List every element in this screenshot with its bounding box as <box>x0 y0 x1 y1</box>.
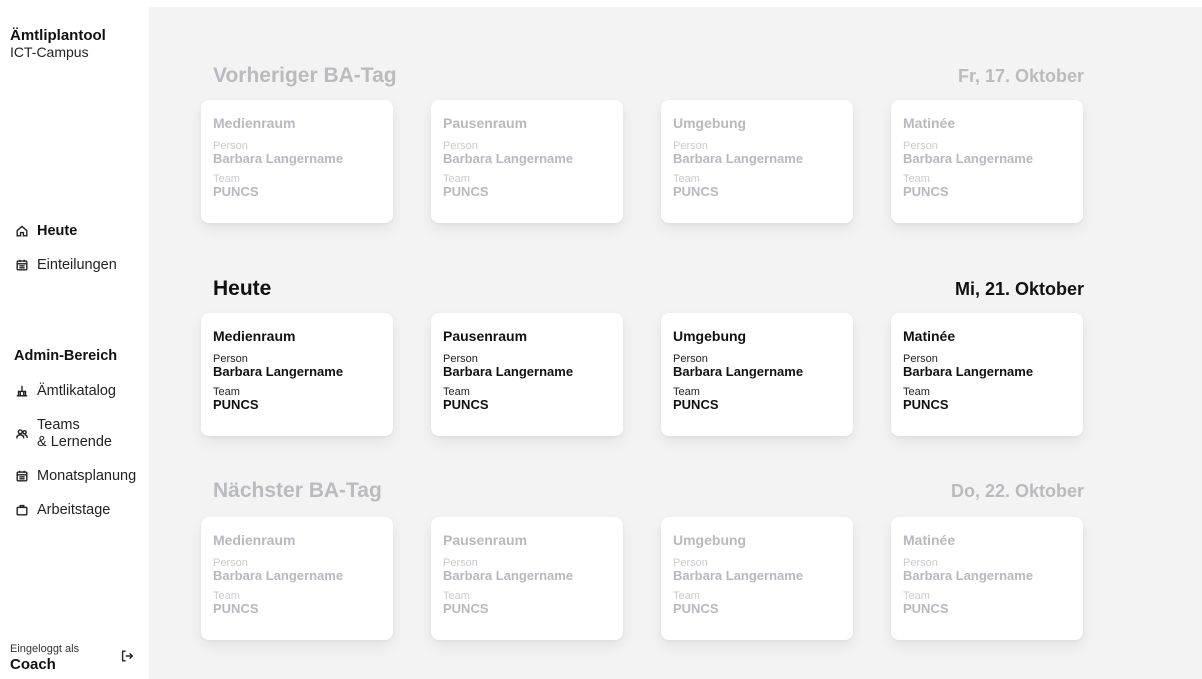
person-name: Barbara Langername <box>443 364 574 379</box>
card-title: Matinée <box>903 115 956 131</box>
nav-label-heute: Heute <box>37 223 78 239</box>
calendar-icon <box>14 257 30 273</box>
assignment-row-previous: Medienraum Person Barbara Langername Tea… <box>201 100 1085 224</box>
person-name: Barbara Langername <box>213 364 344 379</box>
app-subtitle: ICT-Campus <box>10 44 89 60</box>
assignment-card[interactable]: Matinée Person Barbara Langername Team P… <box>891 100 1083 223</box>
day-date: Do, 22. Oktober <box>950 481 1084 501</box>
person-name: Barbara Langername <box>443 568 574 583</box>
person-name: Barbara Langername <box>673 568 804 583</box>
nav-item-teams-lernende[interactable]: Teams & Lernende <box>14 417 112 451</box>
nav-item-aemtlikatalog[interactable]: Ämtlikatalog <box>14 383 116 399</box>
assignment-card[interactable]: Medienraum Person Barbara Langername Tea… <box>201 517 393 640</box>
app-title: Ämtliplantool <box>10 27 106 44</box>
team-name: PUNCS <box>673 184 719 199</box>
card-title: Medienraum <box>213 115 296 131</box>
team-name: PUNCS <box>213 184 259 199</box>
app-window: Ämtliplantool ICT-Campus Heute Einteilun… <box>0 0 1202 679</box>
assignment-card[interactable]: Umgebung Person Barbara Langername Team … <box>661 313 853 436</box>
person-name: Barbara Langername <box>903 364 1034 379</box>
logout-icon[interactable] <box>120 649 136 665</box>
assignment-card[interactable]: Medienraum Person Barbara Langername Tea… <box>201 313 393 436</box>
logged-in-info: Eingeloggt als Coach <box>10 643 79 673</box>
card-title: Matinée <box>903 532 956 548</box>
card-title: Medienraum <box>213 328 296 344</box>
person-name: Barbara Langername <box>903 568 1034 583</box>
assignment-card[interactable]: Umgebung Person Barbara Langername Team … <box>661 517 853 640</box>
assignment-card[interactable]: Matinée Person Barbara Langername Team P… <box>891 313 1083 436</box>
day-header-next: Nächster BA-Tag Do, 22. Oktober <box>213 479 1084 503</box>
person-name: Barbara Langername <box>443 151 574 166</box>
nav-label-arbeitstage: Arbeitstage <box>37 502 111 518</box>
calendar-icon <box>14 468 30 484</box>
card-title: Medienraum <box>213 532 296 548</box>
logged-in-caption: Eingeloggt als <box>10 643 80 655</box>
brand: Ämtliplantool ICT-Campus <box>10 28 106 61</box>
team-name: PUNCS <box>673 601 719 616</box>
team-name: PUNCS <box>213 601 259 616</box>
person-name: Barbara Langername <box>673 364 804 379</box>
day-date: Fr, 17. Oktober <box>957 66 1084 86</box>
assignment-row-next: Medienraum Person Barbara Langername Tea… <box>201 517 1085 641</box>
person-name: Barbara Langername <box>213 151 344 166</box>
briefcase-icon <box>14 502 30 518</box>
card-title: Umgebung <box>673 532 747 548</box>
sidebar: Ämtliplantool ICT-Campus Heute Einteilun… <box>0 0 149 679</box>
nav-label-teams-lernende: Teams & Lernende <box>37 417 112 451</box>
card-title: Matinée <box>903 328 956 344</box>
assignment-card[interactable]: Umgebung Person Barbara Langername Team … <box>661 100 853 223</box>
team-name: PUNCS <box>443 397 489 412</box>
assignment-card[interactable]: Pausenraum Person Barbara Langername Tea… <box>431 517 623 640</box>
users-icon <box>14 426 30 442</box>
team-name: PUNCS <box>673 397 719 412</box>
nav-label-lernende: & Lernende <box>37 434 112 450</box>
catalog-icon <box>14 383 30 399</box>
assignment-card[interactable]: Pausenraum Person Barbara Langername Tea… <box>431 313 623 436</box>
nav-label-aemtlikatalog: Ämtlikatalog <box>37 383 116 399</box>
nav-label-einteilungen: Einteilungen <box>37 257 117 273</box>
assignment-card[interactable]: Pausenraum Person Barbara Langername Tea… <box>431 100 623 223</box>
home-icon <box>14 223 30 239</box>
person-name: Barbara Langername <box>673 151 804 166</box>
assignment-card[interactable]: Matinée Person Barbara Langername Team P… <box>891 517 1083 640</box>
main-content: Vorheriger BA-Tag Fr, 17. Oktober Medien… <box>149 7 1202 679</box>
team-name: PUNCS <box>903 601 949 616</box>
person-name: Barbara Langername <box>213 568 344 583</box>
day-title: Heute <box>213 277 272 300</box>
nav-label-teams: Teams <box>37 417 80 433</box>
team-name: PUNCS <box>903 184 949 199</box>
nav-item-arbeitstage[interactable]: Arbeitstage <box>14 502 110 518</box>
nav-item-einteilungen[interactable]: Einteilungen <box>14 257 117 273</box>
nav-item-monatsplanung[interactable]: Monatsplanung <box>14 468 136 484</box>
team-name: PUNCS <box>443 601 489 616</box>
assignment-row-today: Medienraum Person Barbara Langername Tea… <box>201 313 1085 437</box>
logged-in-role: Coach <box>10 656 56 673</box>
team-name: PUNCS <box>213 397 259 412</box>
team-name: PUNCS <box>903 397 949 412</box>
person-name: Barbara Langername <box>903 151 1034 166</box>
card-title: Umgebung <box>673 115 747 131</box>
day-title: Vorheriger BA-Tag <box>213 64 397 87</box>
day-title: Nächster BA-Tag <box>213 479 382 502</box>
day-date: Mi, 21. Oktober <box>954 279 1084 299</box>
day-header-today: Heute Mi, 21. Oktober <box>213 277 1084 301</box>
team-name: PUNCS <box>443 184 489 199</box>
assignment-card[interactable]: Medienraum Person Barbara Langername Tea… <box>201 100 393 223</box>
card-title: Pausenraum <box>443 532 528 548</box>
card-title: Pausenraum <box>443 115 528 131</box>
card-title: Pausenraum <box>443 328 528 344</box>
card-title: Umgebung <box>673 328 747 344</box>
day-header-previous: Vorheriger BA-Tag Fr, 17. Oktober <box>213 64 1084 88</box>
admin-section-heading: Admin-Bereich <box>14 348 118 364</box>
nav-item-heute[interactable]: Heute <box>14 223 77 239</box>
nav-label-monatsplanung: Monatsplanung <box>37 468 137 484</box>
